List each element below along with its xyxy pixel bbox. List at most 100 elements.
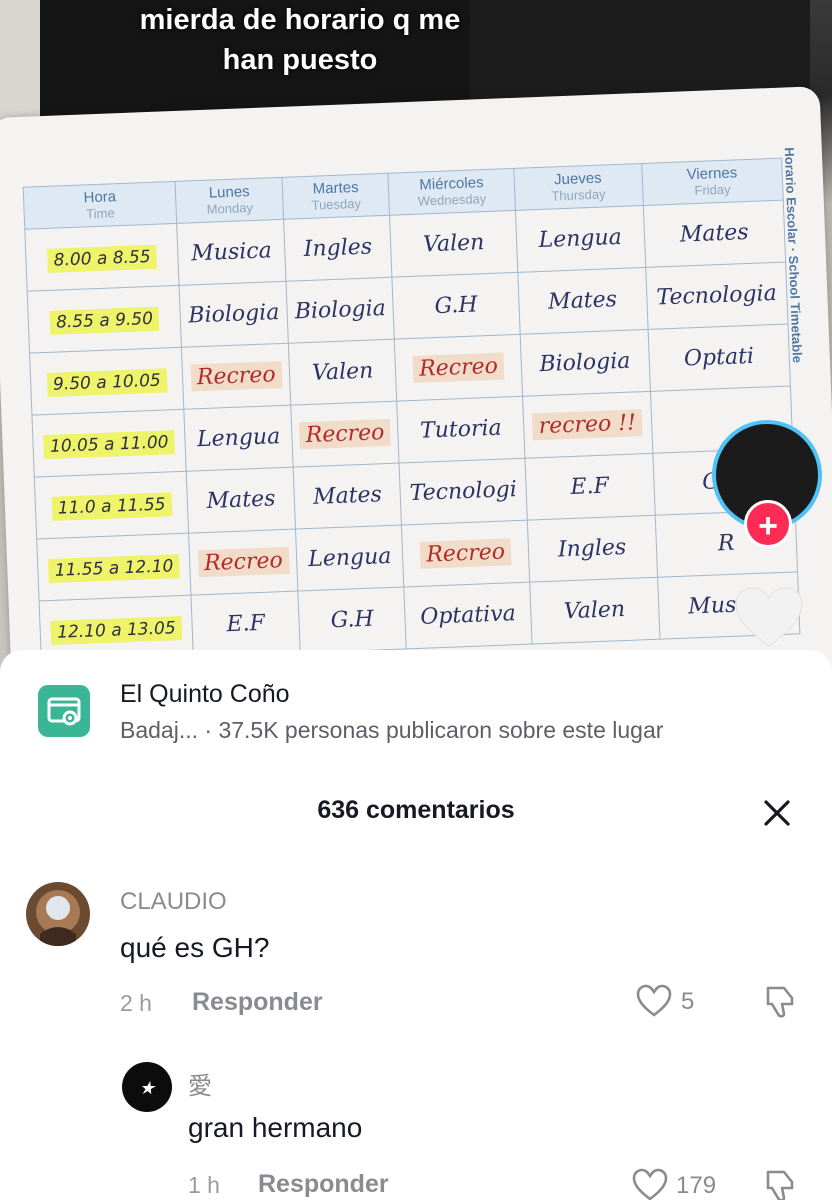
subject-label: Mates — [312, 482, 383, 510]
subject-cell: Ingles — [283, 215, 393, 282]
avatar[interactable]: ★ — [122, 1062, 172, 1112]
subject-cell: Recreo — [181, 343, 291, 410]
place-post-count: · 37.5K personas publicaron sobre este l… — [204, 717, 664, 743]
like-count: 5 — [681, 988, 695, 1015]
place-store-icon — [38, 685, 90, 737]
dislike-icon[interactable] — [762, 984, 798, 1020]
timetable-header: Jueves Thursday — [513, 163, 643, 211]
subject-label: Biologia — [187, 300, 280, 329]
subject-cell: Biologia — [285, 277, 395, 344]
like-heart-icon[interactable] — [734, 586, 804, 650]
subject-label: Recreo — [419, 538, 512, 569]
subject-cell: Valen — [288, 339, 398, 406]
subject-label: Mates — [206, 486, 276, 514]
video-player[interactable]: Horario Escolar · School Timetable Hora T… — [0, 0, 832, 680]
subject-cell: Valen — [529, 577, 660, 645]
subject-label: Tutoria — [419, 415, 503, 444]
header-day-en: Wednesday — [417, 190, 487, 209]
comment-username[interactable]: 愛 — [188, 1066, 212, 1101]
subject-cell: Biologia — [519, 329, 650, 397]
reply-button[interactable]: Responder — [258, 1170, 389, 1199]
timetable: Hora Time Lunes Monday Martes Tuesday Miércole… — [23, 158, 801, 664]
subject-label: Recreo — [197, 546, 290, 578]
svg-text:★: ★ — [139, 1078, 156, 1099]
subject-label: G.H — [330, 606, 375, 634]
place-name: El Quinto Coño — [120, 680, 290, 708]
header-day: Viernes — [686, 163, 738, 183]
subject-cell: G.H — [297, 586, 407, 653]
comment-username[interactable]: CLAUDIO — [120, 888, 227, 916]
subject-label: Biologia — [294, 295, 387, 325]
hour-cell: 8.00 a 8.55 — [24, 223, 180, 292]
subject-label: recreo !! — [532, 409, 643, 441]
subject-label: E.F — [570, 473, 610, 500]
subject-label: Lengua — [196, 424, 281, 453]
header-day: Martes — [312, 178, 359, 198]
follow-button[interactable]: + — [744, 500, 792, 548]
subject-cell: Ingles — [527, 515, 658, 583]
caption-line: mierda de horario q me — [139, 4, 461, 36]
subject-label: Tecnologi — [409, 477, 518, 507]
subject-cell: Lengua — [515, 205, 646, 273]
dislike-icon[interactable] — [762, 1168, 798, 1200]
subject-cell: Mates — [517, 267, 648, 335]
header-day: Hora — [83, 187, 117, 206]
subject-label: Valen — [422, 230, 485, 258]
place-anchor[interactable]: El Quinto Coño Badaj... · 37.5K personas… — [38, 680, 798, 744]
subject-label: Biologia — [539, 348, 631, 378]
subject-cell: Musica — [177, 219, 286, 286]
header-day-en: Friday — [694, 181, 731, 198]
caption-line: han puesto — [222, 44, 378, 76]
hour-label: 9.50 a 10.05 — [46, 368, 168, 397]
subject-cell: Recreo — [290, 401, 400, 468]
header-day: Lunes — [208, 182, 250, 202]
header-day-en: Monday — [206, 199, 254, 217]
timetable-sheet: Horario Escolar · School Timetable Hora T… — [0, 86, 832, 680]
heart-outline-icon[interactable] — [636, 984, 672, 1018]
subject-label: Optativa — [419, 601, 517, 630]
subject-cell: E.F — [191, 591, 301, 658]
subject-label: R — [717, 530, 735, 557]
close-icon[interactable] — [760, 796, 794, 830]
place-location: Badaj... — [120, 717, 198, 743]
hour-label: 11.0 a 11.55 — [51, 492, 172, 521]
comment-item: CLAUDIO qué es GH? 2 h Responder 5 — [0, 880, 832, 1030]
hour-label: 10.05 a 11.00 — [43, 430, 176, 460]
hour-label: 8.55 a 9.50 — [49, 306, 160, 335]
comments-count: 636 comentarios — [317, 796, 515, 824]
subject-cell: Lengua — [295, 524, 405, 592]
subject-label: Musica — [190, 238, 273, 267]
subject-cell: Recreo — [394, 334, 523, 402]
subject-cell: Optativa — [404, 582, 532, 649]
comment-text: gran hermano — [188, 1112, 363, 1143]
hour-cell: 11.55 a 12.10 — [36, 533, 192, 601]
subject-label: Valen — [563, 596, 626, 625]
subject-label: E.F — [226, 610, 266, 638]
hour-cell: 10.05 a 11.00 — [31, 409, 187, 478]
subject-cell: Mates — [642, 200, 786, 268]
subject-label: Ingles — [557, 534, 627, 563]
reply-button[interactable]: Responder — [192, 988, 323, 1017]
like-count: 179 — [676, 1172, 717, 1199]
heart-outline-icon[interactable] — [632, 1168, 668, 1200]
timetable-header: Lunes Monday — [175, 177, 284, 224]
timetable-header: Miércoles Wednesday — [388, 168, 516, 216]
subject-cell: recreo !! — [522, 391, 653, 459]
hour-cell: 9.50 a 10.05 — [29, 347, 185, 416]
subject-label: Recreo — [299, 418, 391, 450]
subject-cell: Biologia — [179, 281, 289, 348]
header-day-en: Thursday — [551, 185, 606, 204]
comment-time: 1 h — [188, 1172, 220, 1198]
subject-cell: Valen — [389, 210, 518, 278]
header-day: Jueves — [553, 169, 602, 188]
header-day: Miércoles — [419, 173, 484, 194]
subject-cell: G.H — [392, 272, 520, 340]
video-caption: mierda de horario q me han puesto — [0, 0, 600, 80]
avatar[interactable] — [26, 882, 90, 946]
subject-cell: Mates — [293, 463, 402, 530]
subject-label: Valen — [311, 358, 374, 386]
comment-text: qué es GH? — [120, 932, 270, 963]
hour-label: 8.00 a 8.55 — [47, 244, 158, 273]
place-subtitle: Badaj... · 37.5K personas publicaron sob… — [120, 717, 663, 744]
subject-cell: Optati — [647, 324, 791, 392]
